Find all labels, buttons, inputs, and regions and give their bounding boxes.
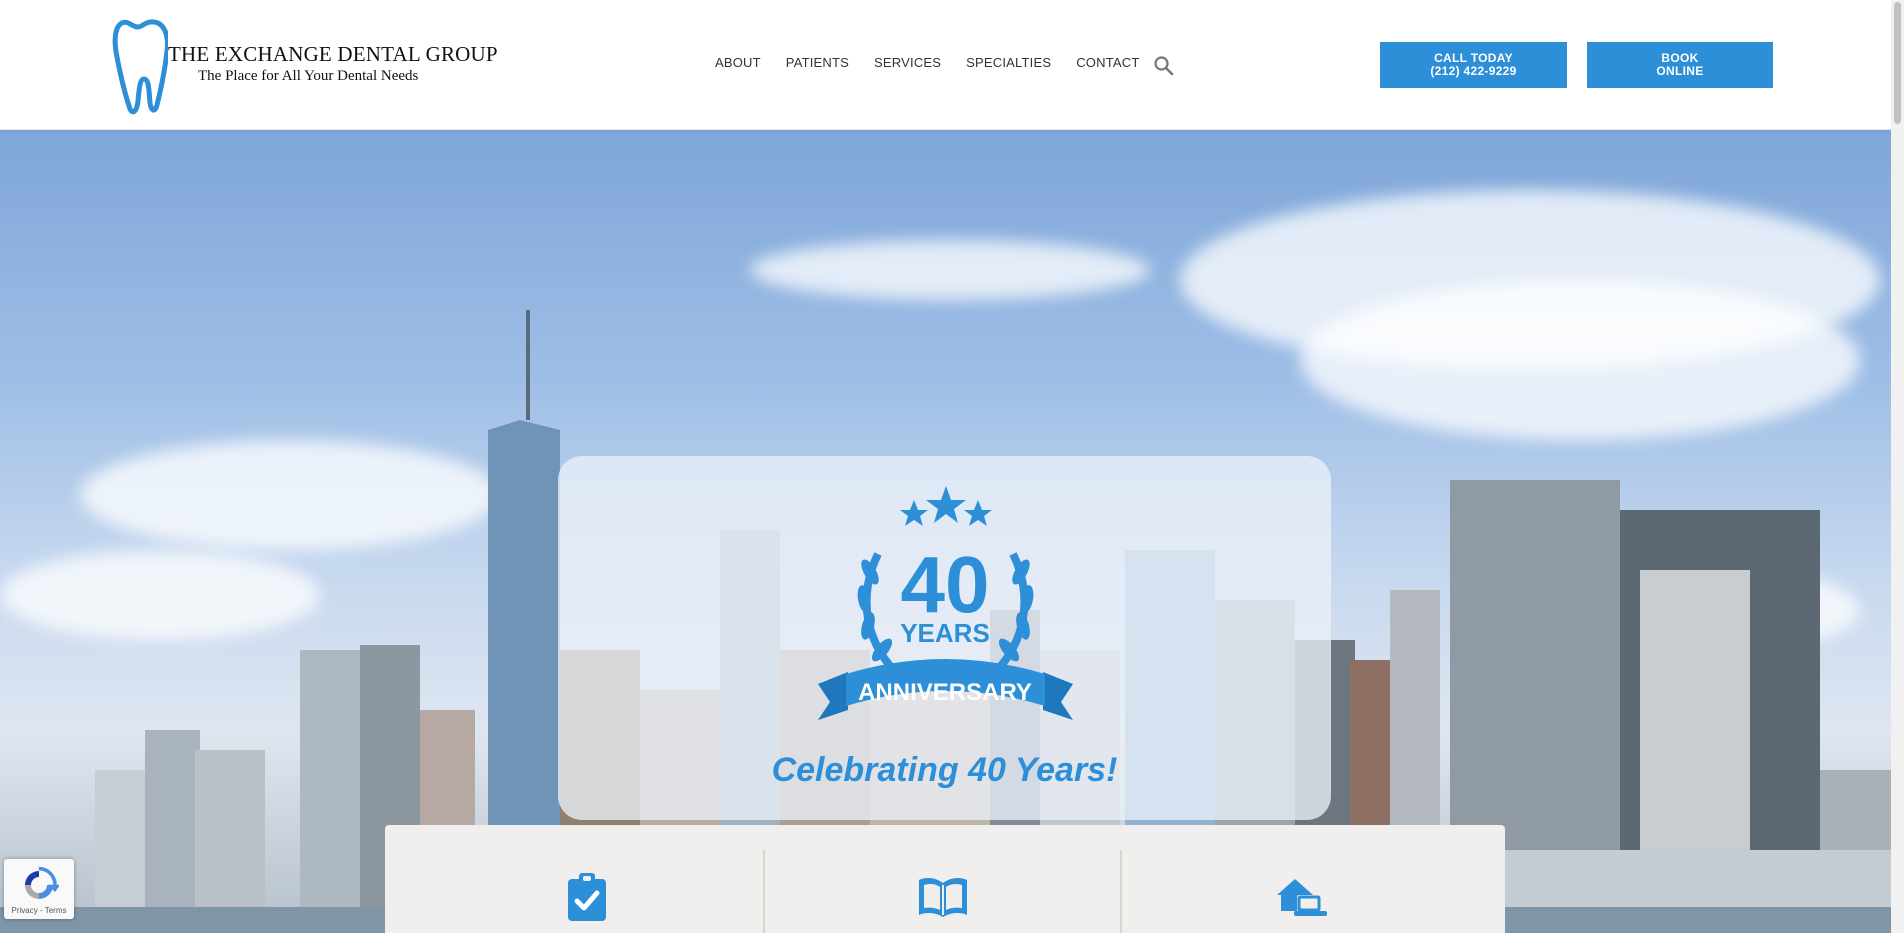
card-divider bbox=[763, 850, 765, 933]
online-label: ONLINE bbox=[1656, 64, 1704, 78]
house-laptop-icon[interactable] bbox=[1275, 875, 1327, 922]
nav-item-contact[interactable]: CONTACT bbox=[1076, 55, 1139, 70]
card-divider bbox=[1120, 850, 1122, 933]
book-online-button[interactable]: BOOK ONLINE bbox=[1587, 42, 1773, 88]
recaptcha-icon bbox=[25, 866, 59, 899]
nav-item-services[interactable]: SERVICES bbox=[874, 55, 941, 70]
anniversary-panel: 40 YEARS ANNIVERSARY Celebrating 40 Year… bbox=[558, 456, 1331, 820]
brand-name: THE EXCHANGE DENTAL GROUP bbox=[168, 42, 498, 66]
nav-item-about[interactable]: ABOUT bbox=[715, 55, 761, 70]
badge-ribbon: ANNIVERSARY bbox=[858, 679, 1032, 706]
hero-headline: Celebrating 40 Years! bbox=[771, 751, 1118, 789]
site-logo[interactable]: THE EXCHANGE DENTAL GROUP The Place for … bbox=[112, 17, 498, 115]
feature-cards bbox=[385, 825, 1505, 933]
brand-tagline: The Place for All Your Dental Needs bbox=[198, 68, 419, 84]
page-scrollbar[interactable] bbox=[1891, 0, 1904, 933]
recaptcha-badge[interactable]: Privacy - Terms bbox=[4, 859, 74, 919]
badge-number: 40 bbox=[901, 540, 990, 629]
open-book-icon[interactable] bbox=[917, 877, 969, 922]
main-nav: ABOUT PATIENTS SERVICES SPECIALTIES CONT… bbox=[715, 55, 1164, 70]
call-today-button[interactable]: CALL TODAY (212) 422-9229 bbox=[1380, 42, 1567, 88]
phone-number: (212) 422-9229 bbox=[1430, 64, 1517, 78]
clipboard-check-icon[interactable] bbox=[568, 873, 606, 926]
nav-item-patients[interactable]: PATIENTS bbox=[786, 55, 849, 70]
nav-item-specialties[interactable]: SPECIALTIES bbox=[966, 55, 1051, 70]
badge-years: YEARS bbox=[900, 618, 990, 648]
anniversary-badge: 40 YEARS ANNIVERSARY bbox=[818, 486, 1073, 720]
hero-banner: 40 YEARS ANNIVERSARY Celebrating 40 Year… bbox=[0, 130, 1891, 933]
tooth-logo-icon bbox=[112, 19, 168, 115]
recaptcha-links[interactable]: Privacy - Terms bbox=[4, 906, 74, 915]
search-icon[interactable] bbox=[1153, 55, 1175, 77]
scrollbar-thumb[interactable] bbox=[1894, 2, 1901, 124]
site-header: THE EXCHANGE DENTAL GROUP The Place for … bbox=[0, 0, 1891, 130]
